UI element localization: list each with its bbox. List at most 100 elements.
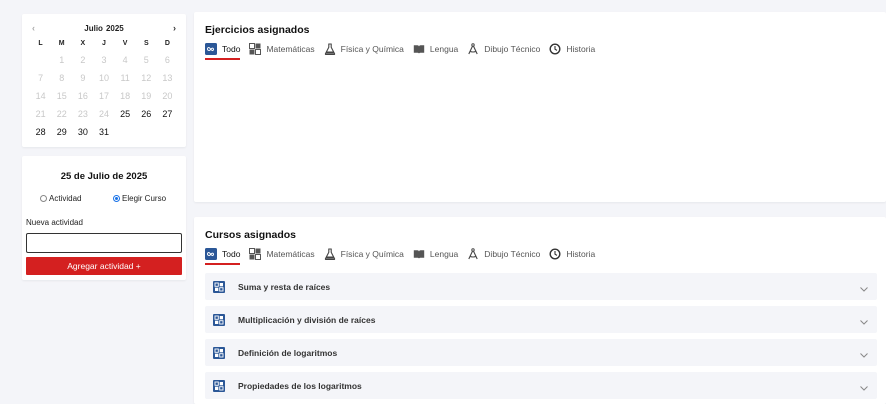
tab-historia[interactable]: Historia [549,41,595,57]
tab-lengua[interactable]: Lengua [413,246,458,262]
tab-matemáticas[interactable]: Matemáticas [249,246,315,262]
assigned-courses-section: Cursos asignados Todo Matemáticas Física y… [194,217,886,404]
calendar-day: 1 [59,55,65,65]
calendar-day: 14 [35,91,46,101]
calendar-day: 5 [143,55,149,65]
calendar-day[interactable]: 31 [93,123,114,141]
calendar-day: 20 [162,91,173,101]
calendar-day: 4 [122,55,128,65]
new-activity-label: Nueva actividad [26,218,83,227]
history-icon [549,248,561,260]
tab-dibujo-técnico[interactable]: Dibujo Técnico [467,41,540,57]
calendar-day: 6 [164,55,170,65]
calendar-day: 2 [80,55,86,65]
exercises-tabs: Todo Matemáticas Física y Química Lengua Dib… [205,41,604,60]
tab-label: Matemáticas [266,44,315,54]
radio-activity[interactable]: Actividad [40,194,81,203]
calendar-day: 21 [35,109,46,119]
tab-física-y-química[interactable]: Física y Química [324,246,404,262]
flask-icon [324,248,336,261]
calendar-day: 22 [56,109,67,119]
tab-label: Dibujo Técnico [484,44,541,54]
tab-matemáticas[interactable]: Matemáticas [249,41,315,57]
calendar-day[interactable]: 25 [115,105,136,123]
radio-activity-dot[interactable] [40,195,47,202]
calendar-day: 15 [56,91,67,101]
course-item[interactable]: Propiedades de los logaritmos [205,372,877,399]
tab-label: Física y Química [340,249,404,259]
chevron-down-icon[interactable] [859,380,869,391]
calendar-day: 17 [98,91,109,101]
courses-tabs: Todo Matemáticas Física y Química Lengua Dib… [205,246,604,265]
tab-label: Matemáticas [266,249,315,259]
activity-type-radios: Actividad Elegir Curso [40,194,178,206]
infinity-icon [205,43,217,55]
book-icon [413,248,425,260]
chevron-down-icon[interactable] [859,281,869,292]
radio-choose-course[interactable]: Elegir Curso [113,194,166,203]
radio-choose-course-label: Elegir Curso [122,194,167,203]
calendar-day[interactable]: 27 [157,105,178,123]
calendar-day[interactable]: 29 [51,123,72,141]
weekday-header: M [58,40,65,47]
tab-label: Lengua [429,44,459,54]
weekday-header: S [143,40,149,47]
grid-icon [213,313,225,326]
assigned-exercises-section: Ejercicios asignados Todo Matemáticas Físi… [194,12,886,202]
tab-todo[interactable]: Todo [205,41,241,60]
calendar-day: 23 [77,109,88,119]
calendar-day[interactable]: 26 [136,105,157,123]
tab-física-y-química[interactable]: Física y Química [324,41,404,57]
calendar-widget: ‹ Julio 2025 › L M X J V S D 1 2 3 4 5 6 7 8 9 10 11 12 13 14… [22,14,186,147]
tab-historia[interactable]: Historia [549,246,595,262]
tab-lengua[interactable]: Lengua [413,41,458,57]
book-icon [413,43,425,55]
activity-panel: 25 de Julio de 2025 Actividad Elegir Cur… [22,156,186,280]
calendar-day: 19 [141,91,152,101]
chevron-right-icon[interactable]: › [173,23,176,33]
chevron-down-icon[interactable] [859,314,869,325]
courses-title: Cursos asignados [205,229,297,241]
calendar-day: 11 [120,73,130,83]
tab-label: Dibujo Técnico [484,249,541,259]
add-activity-button[interactable]: Agregar actividad + [26,257,182,275]
course-item-label: Definición de logaritmos [238,347,338,358]
selected-date: 25 de Julio de 2025 [60,171,148,182]
calendar-day: 18 [120,91,131,101]
calendar-header: ‹ Julio 2025 › [22,23,186,35]
chevron-down-icon[interactable] [859,347,869,358]
course-item[interactable]: Definición de logaritmos [205,339,877,366]
radio-choose-course-dot[interactable] [113,195,120,202]
tab-todo[interactable]: Todo [205,246,241,265]
calendar-day: 9 [80,73,86,83]
calendar-grid: L M X J V S D 1 2 3 4 5 6 7 8 9 10 11 12 13 14 15 16 17 18 19 20 21… [30,37,178,141]
new-activity-input[interactable] [26,233,182,253]
course-item[interactable]: Multiplicación y división de raíces [205,306,877,333]
calendar-month: Julio [84,24,103,33]
calendar-day: 24 [98,109,109,119]
calendar-day: 10 [98,73,109,83]
calendar-day: 12 [141,73,152,83]
course-item-label: Multiplicación y división de raíces [238,314,376,325]
course-list: Suma y resta de raíces Multiplicación y d… [205,273,877,404]
calendar-day[interactable]: 30 [72,123,93,141]
course-item[interactable]: Suma y resta de raíces [205,273,877,300]
grid-icon [213,280,225,293]
course-item-label: Propiedades de los logaritmos [238,380,362,391]
tab-label: Historia [566,44,596,54]
calendar-day: 8 [59,73,65,83]
tab-label: Física y Química [340,44,404,54]
tab-dibujo-técnico[interactable]: Dibujo Técnico [467,246,540,262]
grid-icon [249,43,262,55]
grid-icon [249,248,262,260]
calendar-day: 7 [38,73,44,83]
flask-icon [324,43,336,56]
tab-label: Lengua [429,249,459,259]
calendar-day[interactable]: 28 [30,123,51,141]
tab-label: Historia [566,249,596,259]
radio-activity-label: Actividad [49,194,82,203]
exercises-title: Ejercicios asignados [205,24,310,36]
tab-label: Todo [222,44,241,54]
calendar-title: Julio 2025 [22,24,186,33]
history-icon [549,43,561,55]
